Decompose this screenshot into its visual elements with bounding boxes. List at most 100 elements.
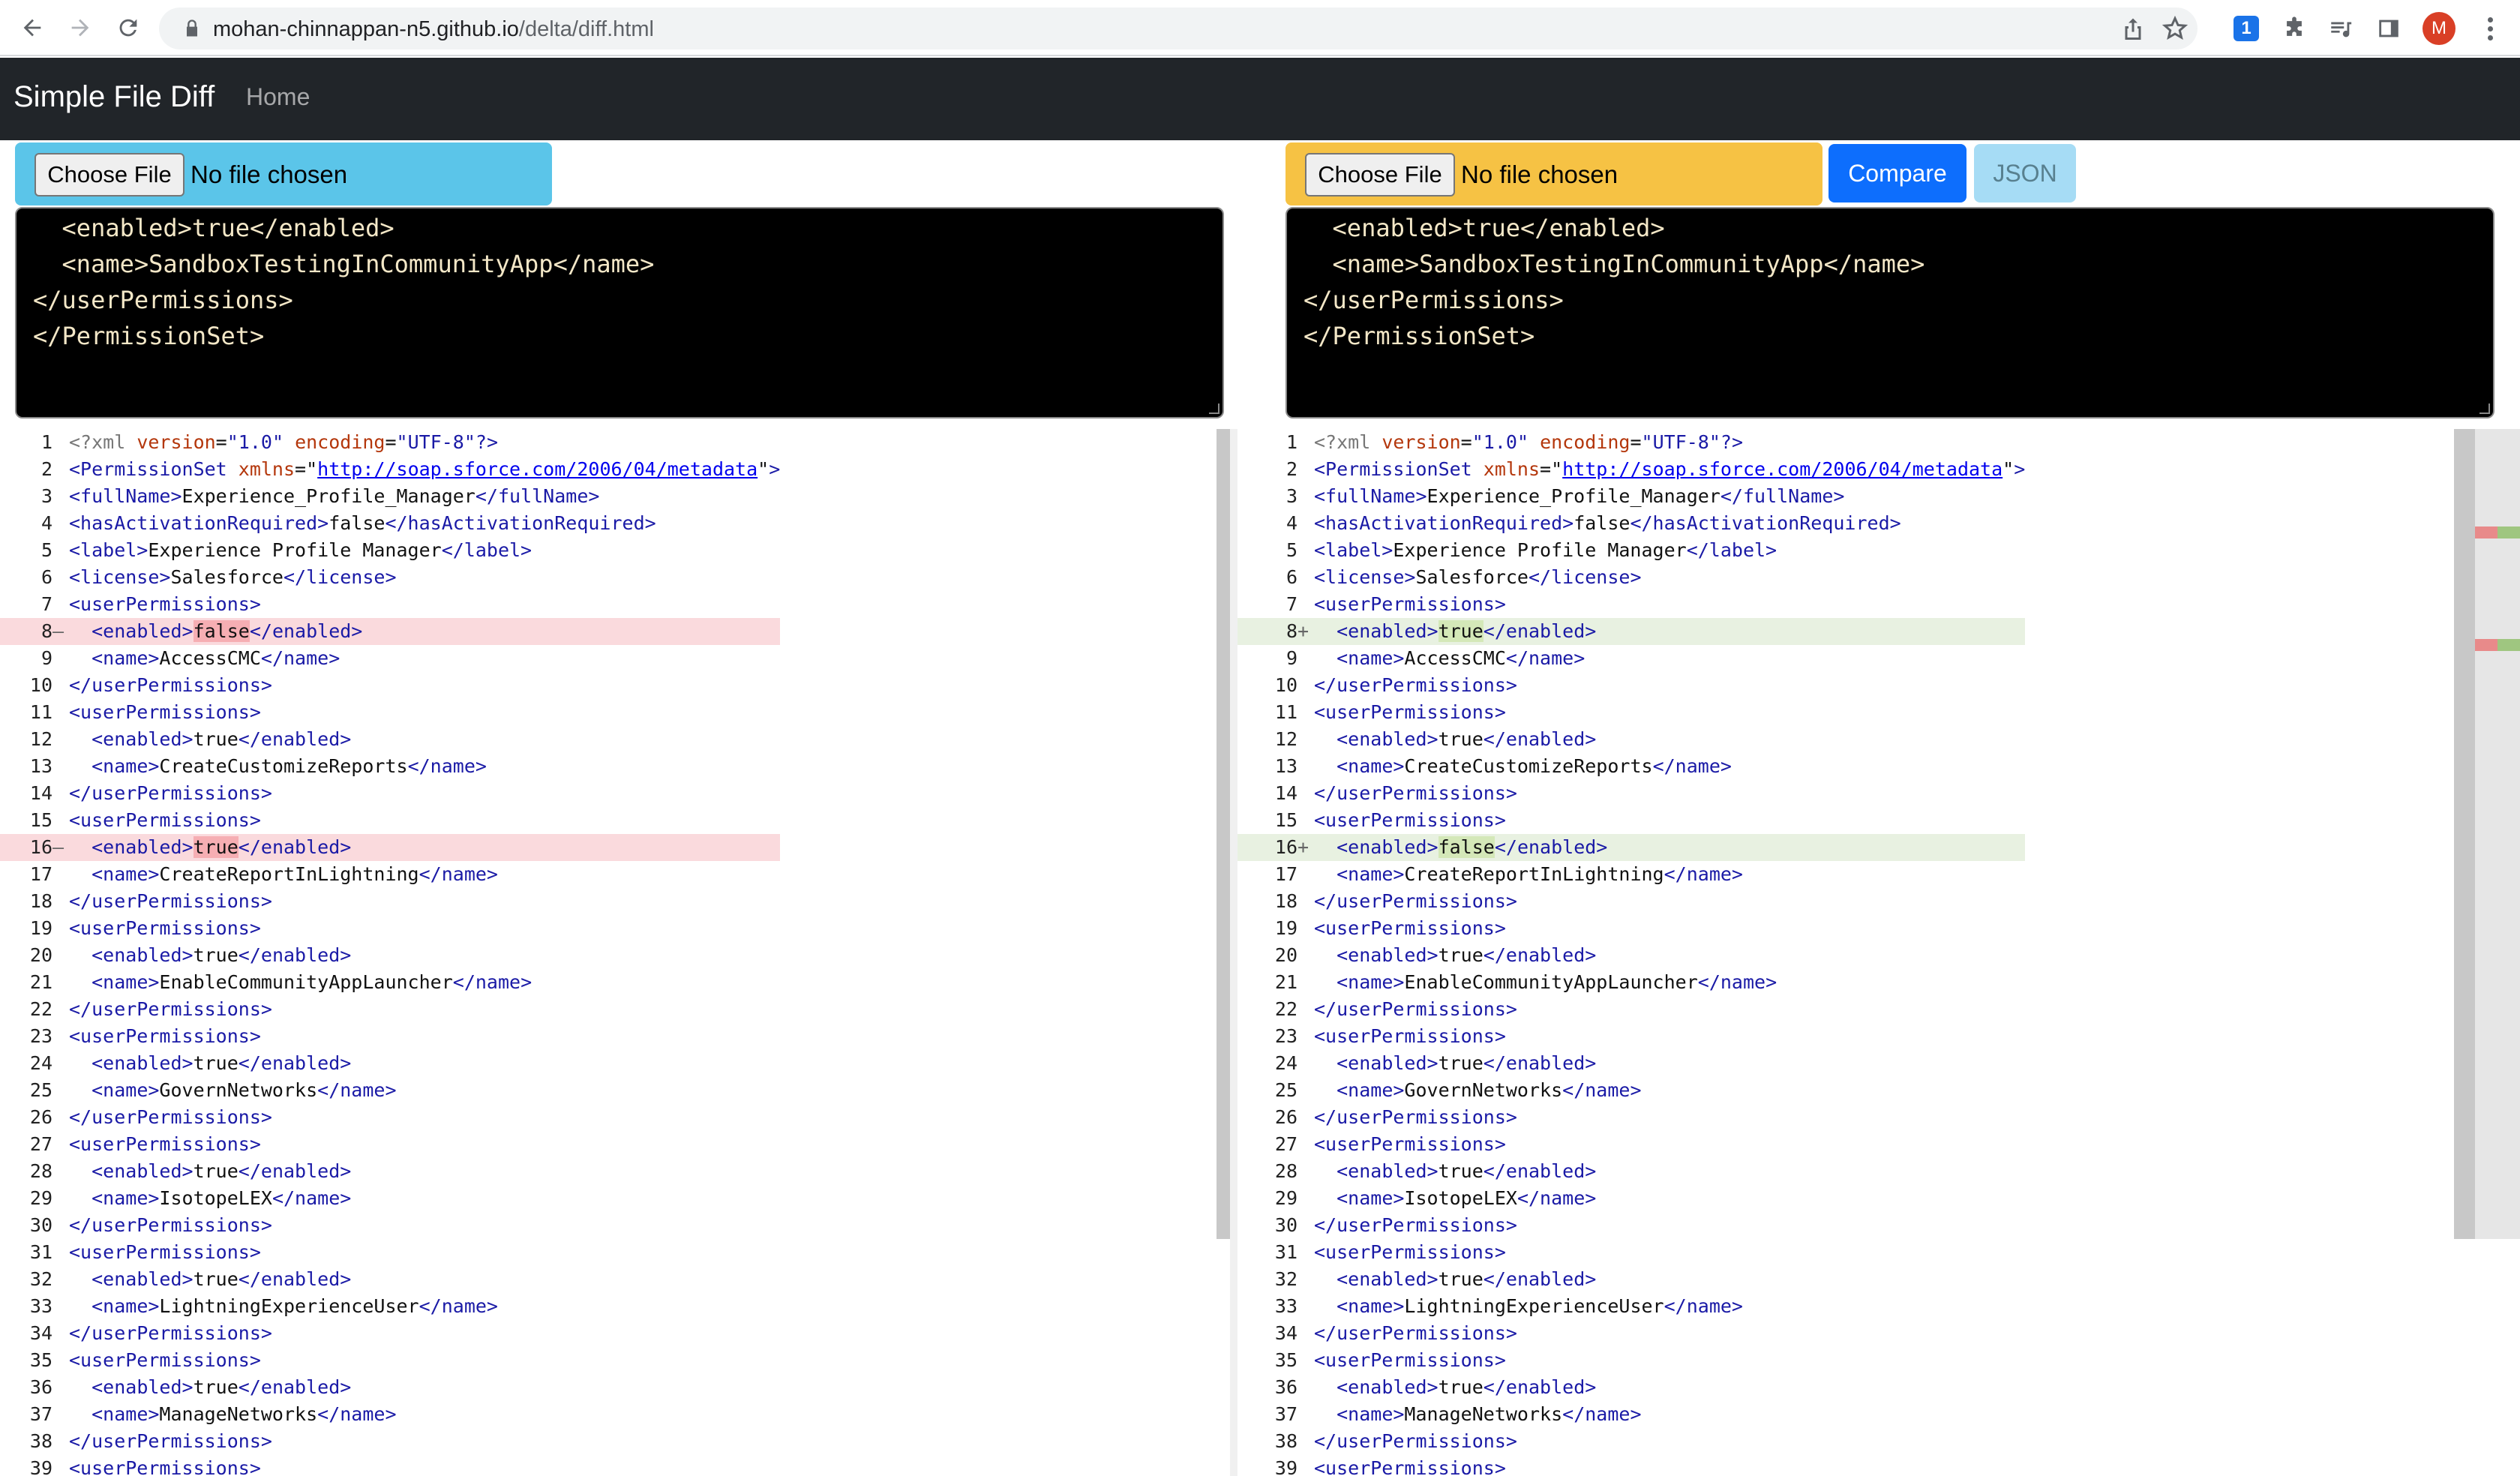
profile-avatar[interactable]: M [2422,12,2456,45]
code-token: </name> [407,755,487,777]
right-choose-file-button[interactable]: Choose File [1305,153,1455,196]
right-file-input-group: Choose File No file chosen [1286,142,1822,206]
line-code: <userPermissions> [69,915,261,942]
code-token: ?> [475,431,499,453]
left-diff-pane[interactable]: 1 <?xml version="1.0" encoding="UTF-8"?> 2… [0,429,1238,1476]
diff-line: 15 <userPermissions> [0,807,780,834]
code-token: </userPermissions> [1314,1106,1517,1128]
code-token: </name> [452,971,532,993]
line-number: 35 [29,1349,52,1371]
extensions-button[interactable] [2280,14,2308,43]
code-token: <name> [1336,1295,1405,1317]
line-code: <userPermissions> [1314,1023,1506,1050]
compare-button[interactable]: Compare [1828,144,1966,202]
media-control-button[interactable] [2326,14,2355,43]
code-token: <enabled> [92,620,194,642]
line-code: <userPermissions> [69,591,261,618]
left-choose-file-button[interactable]: Choose File [34,153,184,196]
bookmark-star-icon[interactable] [2162,15,2188,42]
code-token: </userPermissions> [69,1430,272,1452]
line-code: </userPermissions> [1314,888,1517,915]
code-token: </userPermissions> [69,674,272,696]
code-token: </enabled> [238,728,352,750]
element-value: true [1438,1160,1484,1182]
line-code: </userPermissions> [69,1104,272,1131]
overview-added-marker [2498,639,2520,651]
code-token: </userPermissions> [1314,674,1517,696]
code-token: "1.0" [1472,431,1528,453]
line-number: 27 [29,1133,52,1155]
line-number: 8 [1286,620,1298,642]
forward-button[interactable] [62,9,99,46]
line-number: 21 [29,971,52,993]
line-code: <enabled>true</enabled> [1314,1050,1596,1077]
resize-grip-icon[interactable] [2480,404,2490,414]
code-token: " [758,458,770,480]
password-manager-label: 1 [2241,18,2252,38]
address-bar[interactable]: mohan-chinnappan-n5.github.io/delta/diff… [159,8,2198,50]
code-token: <fullName> [1314,485,1427,507]
line-code: <userPermissions> [1314,1131,1506,1158]
code-token: "UTF-8" [1641,431,1720,453]
code-token: <userPermissions> [1314,1133,1506,1155]
code-token: <enabled> [92,728,194,750]
diff-line: 9 <name>AccessCMC</name> [1238,645,2025,672]
left-file-status: No file chosen [190,160,348,188]
brand-link[interactable]: Simple File Diff [14,80,214,114]
line-number: 27 [1274,1133,1298,1155]
element-value: true [1438,1376,1484,1398]
diff-line: 37 <name>ManageNetworks</name> [1238,1401,2025,1428]
nav-home-link[interactable]: Home [246,83,310,111]
code-token: <enabled> [1336,1160,1438,1182]
line-code: <enabled>true</enabled> [69,726,351,753]
code-token: <userPermissions> [69,917,261,939]
line-number: 18 [1274,890,1298,912]
element-value: true [193,1160,238,1182]
line-code: <enabled>true</enabled> [1314,1158,1596,1185]
code-token: <userPermissions> [1314,809,1506,831]
diff-line: 28 <enabled>true</enabled> [1238,1158,2025,1185]
right-pane-scrollbar[interactable] [2454,429,2475,1239]
left-textarea[interactable]: <enabled>true</enabled> <name>SandboxTes… [15,207,1224,418]
right-diff-pane[interactable]: 1 <?xml version="1.0" encoding="UTF-8"?> 2… [1238,429,2520,1476]
diff-line: 31 <userPermissions> [1238,1239,2025,1266]
side-panel-button[interactable] [2374,14,2403,43]
line-code: </userPermissions> [69,672,272,699]
password-manager-extension-icon[interactable]: 1 [2234,16,2259,41]
line-code: </userPermissions> [69,1212,272,1239]
back-button[interactable] [14,9,51,46]
line-number: 26 [1274,1106,1298,1128]
line-code: <userPermissions> [69,1455,261,1476]
line-code: </userPermissions> [1314,996,1517,1023]
right-textarea[interactable]: <enabled>true</enabled> <name>SandboxTes… [1286,207,2494,418]
element-value: true [193,1052,238,1074]
code-token: </name> [1505,647,1586,669]
line-number: 17 [29,863,52,885]
line-number: 1 [40,431,52,453]
code-token: =" [1540,458,1563,480]
reload-button[interactable] [110,9,147,46]
share-icon[interactable] [2120,15,2146,42]
diff-line: 34 </userPermissions> [1238,1320,2025,1347]
resize-grip-icon[interactable] [1209,404,1220,414]
diff-line: 4 <hasActivationRequired>false</hasActiva… [0,510,780,537]
line-code: <userPermissions> [69,1239,261,1266]
code-token: </userPermissions> [1314,782,1517,804]
code-token: </enabled> [238,1052,352,1074]
diff-overview-ruler[interactable] [2475,429,2520,1239]
browser-menu-button[interactable] [2475,14,2505,44]
json-button[interactable]: JSON [1974,144,2076,202]
code-token: </name> [1697,971,1778,993]
pane-divider [1230,429,1238,1476]
diff-line: 39 <userPermissions> [0,1455,780,1476]
